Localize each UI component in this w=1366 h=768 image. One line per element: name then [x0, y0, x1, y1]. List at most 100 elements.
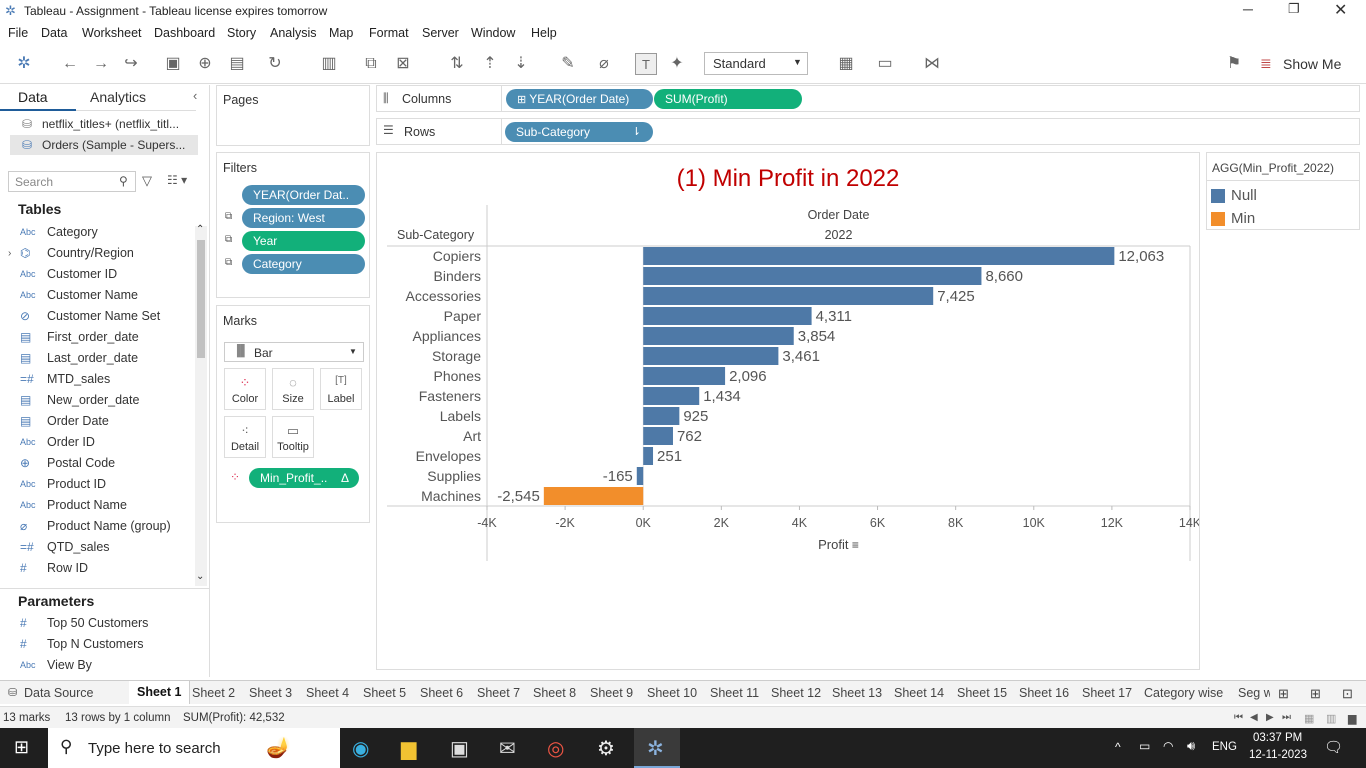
column-pill-year-order-date[interactable]: ⊞ YEAR(Order Date) [506, 89, 653, 109]
parameter-top-n-customers[interactable]: # Top N Customers [0, 634, 195, 655]
show-mark-labels-icon[interactable]: T [635, 53, 657, 75]
menu-format[interactable]: Format [369, 26, 409, 40]
filters-card[interactable]: Filters YEAR(Order Dat.. ⧉ Region: West … [216, 152, 370, 298]
tab-sheet-3[interactable]: Sheet 3 [249, 686, 292, 700]
tab-sheet-6[interactable]: Sheet 6 [420, 686, 463, 700]
scrollbar-thumb[interactable] [197, 240, 205, 358]
sort-descending-icon[interactable]: ⇣ [510, 53, 532, 75]
tab-sheet-9[interactable]: Sheet 9 [590, 686, 633, 700]
tab-sheet-11[interactable]: Sheet 11 [710, 686, 759, 700]
tableau-taskbar-button[interactable]: ✲ [634, 728, 680, 768]
group-icon[interactable]: ⌀ [593, 53, 615, 75]
field-postal-code[interactable]: ⊕ Postal Code [0, 453, 195, 474]
refresh-icon[interactable]: ↻ [264, 53, 286, 75]
field-country-region[interactable]: › ⌬ Country/Region [0, 243, 195, 264]
menu-dashboard[interactable]: Dashboard [154, 26, 215, 40]
sheet-nav-last-icon[interactable]: ⏭ [1282, 712, 1291, 723]
field-mtd-sales[interactable]: =# MTD_sales [0, 369, 195, 390]
new-dashboard-icon[interactable]: ⊞ [1310, 686, 1321, 702]
rows-shelf[interactable]: ☰ Rows Sub-Category ⇂ [376, 118, 1360, 145]
filter-pill-region[interactable]: Region: West [242, 208, 365, 228]
scroll-down-icon[interactable]: ⌄ [196, 571, 204, 582]
color-button[interactable]: ⁘ Color [224, 368, 266, 410]
edge-icon[interactable]: ◉ [352, 736, 369, 761]
settings-gear-icon[interactable]: ⚙ [597, 736, 615, 761]
menu-worksheet[interactable]: Worksheet [82, 26, 142, 40]
parameter-view-by[interactable]: Abc View By [0, 655, 195, 676]
close-icon[interactable]: ✕ [1334, 0, 1347, 20]
sheet-nav-next-icon[interactable]: ▶ [1266, 712, 1274, 723]
show-me-button[interactable]: ≣ Show Me [1260, 54, 1360, 74]
menu-map[interactable]: Map [329, 26, 353, 40]
field-category[interactable]: Abc Category [0, 222, 195, 243]
field-row-id[interactable]: # Row ID [0, 558, 195, 579]
size-button[interactable]: ◌ Size [272, 368, 314, 410]
parameter-top-50-customers[interactable]: # Top 50 Customers [0, 613, 195, 634]
detail-button[interactable]: ⁖ Detail [224, 416, 266, 458]
search-input[interactable]: Search ⚲ [8, 171, 136, 192]
tab-sheet-5[interactable]: Sheet 5 [363, 686, 406, 700]
menu-file[interactable]: File [8, 26, 28, 40]
windows-start-icon[interactable]: ⊞ [14, 737, 29, 758]
language-indicator[interactable]: ENG [1212, 741, 1237, 753]
duplicate-icon[interactable]: ⧉ [360, 53, 382, 75]
field-new-order-date[interactable]: ▤ New_order_date [0, 390, 195, 411]
column-pill-sum-profit[interactable]: SUM(Profit) [654, 89, 802, 109]
clock-time[interactable]: 03:37 PM [1253, 732, 1302, 744]
filter-pill-year[interactable]: Year [242, 231, 365, 251]
tab-sheet-8[interactable]: Sheet 8 [533, 686, 576, 700]
tab-sheet-17[interactable]: Sheet 17 [1082, 686, 1132, 700]
new-worksheet-icon[interactable]: ▥ [318, 53, 340, 75]
mail-icon[interactable]: ✉ [499, 736, 516, 761]
filter-pill-category[interactable]: Category [242, 254, 365, 274]
tab-sheet-15[interactable]: Sheet 15 [957, 686, 1007, 700]
menu-story[interactable]: Story [227, 26, 256, 40]
undo-icon[interactable]: ← [59, 53, 81, 75]
tab-sheet-4[interactable]: Sheet 4 [306, 686, 349, 700]
sort-ascending-icon[interactable]: ⇡ [479, 53, 501, 75]
presentation-icon[interactable]: ▭ [874, 53, 896, 75]
datasource-orders[interactable]: ⛁ Orders (Sample - Supers... [10, 135, 198, 155]
sheet-nav-first-icon[interactable]: ⏮ [1234, 712, 1243, 723]
tab-sheet-1[interactable]: Sheet 1 [129, 681, 191, 704]
tab-analytics[interactable]: Analytics [76, 85, 196, 111]
notifications-icon[interactable]: 🗨︎ [1324, 738, 1343, 756]
field-order-id[interactable]: Abc Order ID [0, 432, 195, 453]
tab-sheet-14[interactable]: Sheet 14 [894, 686, 944, 700]
scroll-up-icon[interactable]: ⌃ [196, 224, 204, 235]
field-list-scrollbar[interactable]: ⌃ ⌄ [195, 224, 207, 586]
expand-icon[interactable]: › [8, 243, 11, 264]
new-datasource-icon[interactable]: ⊕ [194, 53, 216, 75]
field-qtd-sales[interactable]: =# QTD_sales [0, 537, 195, 558]
clock-date[interactable]: 12-11-2023 [1249, 749, 1307, 761]
file-explorer-icon[interactable]: ▆ [401, 736, 416, 761]
tab-data[interactable]: Data [0, 85, 76, 111]
store-icon[interactable]: ▣ [450, 736, 469, 761]
field-order-date[interactable]: ▤ Order Date [0, 411, 195, 432]
tab-sheet-2[interactable]: Sheet 2 [192, 686, 235, 700]
tab-sheet-16[interactable]: Sheet 16 [1019, 686, 1069, 700]
menu-window[interactable]: Window [471, 26, 515, 40]
sort-icon[interactable]: ≡ [852, 538, 859, 552]
new-worksheet-icon[interactable]: ⊞ [1278, 686, 1289, 702]
battery-icon[interactable]: ▭ [1139, 739, 1150, 753]
row-pill-sub-category[interactable]: Sub-Category ⇂ [505, 122, 653, 142]
legend-item[interactable]: Min [1211, 210, 1351, 230]
legend-item[interactable]: Null [1211, 187, 1351, 207]
taskbar-search-box[interactable]: ⚲ Type here to search 🪔 [48, 728, 340, 768]
label-button[interactable]: [T] Label [320, 368, 362, 410]
field-product-id[interactable]: Abc Product ID [0, 474, 195, 495]
save-icon[interactable]: ▣ [162, 53, 184, 75]
minimize-icon[interactable]: ─ [1243, 1, 1253, 17]
restore-icon[interactable]: ❐ [1288, 1, 1300, 17]
share-icon[interactable]: ⋈ [921, 53, 943, 75]
show-hidden-icons-icon[interactable]: ^ [1115, 740, 1121, 754]
fit-dropdown[interactable]: Standard ▼ [704, 52, 808, 75]
swap-icon[interactable]: ⇅ [446, 53, 468, 75]
sheet-nav-prev-icon[interactable]: ◀ [1250, 712, 1258, 723]
mark-type-dropdown[interactable]: ▐▌ Bar ▼ [224, 342, 364, 362]
volume-icon[interactable]: 🔊︎ [1187, 738, 1195, 754]
paint-icon[interactable]: ⚑ [1223, 53, 1245, 75]
field-customer-name-set[interactable]: ⊘ Customer Name Set [0, 306, 195, 327]
columns-shelf[interactable]: ⫼ Columns ⊞ YEAR(Order Date) SUM(Profit) [376, 85, 1360, 112]
